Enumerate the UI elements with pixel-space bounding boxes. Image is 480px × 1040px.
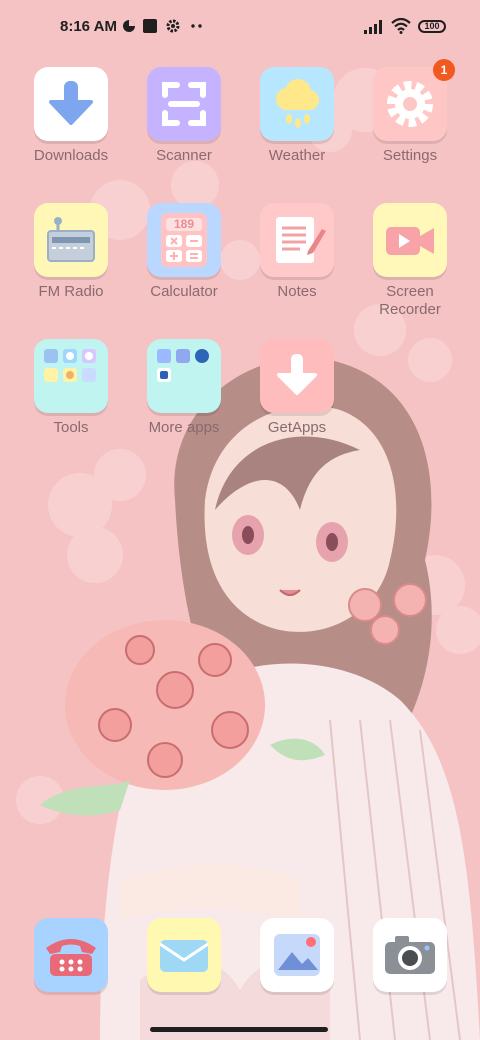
phone-tile[interactable] [34,918,108,992]
camera-icon [385,936,435,974]
fm-radio-tile[interactable] [34,203,108,277]
calculator-display: 189 [173,217,195,231]
gear-notification-icon [166,19,180,33]
folder-more-apps[interactable]: More apps [129,339,239,437]
app-notes[interactable]: Notes [242,203,352,301]
app-label: Screen Recorder [355,283,465,319]
gesture-navigation-bar[interactable] [150,1027,328,1032]
download-arrow-icon [49,81,93,125]
app-label-line2: Recorder [379,301,441,318]
more-apps-folder-tile[interactable] [147,339,221,413]
telephone-icon [46,939,96,976]
app-label: FM Radio [38,283,104,300]
screen-recorder-tile[interactable] [373,203,447,277]
status-time: 8:16 AM [60,18,117,35]
app-label: Settings [382,147,438,164]
app-label: Downloads [33,147,109,164]
camera-tile[interactable] [373,918,447,992]
app-label: Notes [277,283,317,300]
dock-camera[interactable] [355,918,465,992]
scanner-tile[interactable] [147,67,221,141]
more-notifications-icon [191,24,202,28]
dock-phone[interactable] [16,918,126,992]
app-weather[interactable]: Weather [242,67,352,165]
app-fm-radio[interactable]: FM Radio [16,203,126,301]
app-settings[interactable]: 1 Settings [355,59,465,165]
dock-gallery[interactable] [242,918,352,992]
app-label: GetApps [267,419,327,436]
app-scanner[interactable]: Scanner [129,67,239,165]
app-label: Tools [53,419,89,436]
getapps-tile[interactable] [260,339,334,413]
notes-tile[interactable] [260,203,334,277]
app-label: Scanner [156,147,212,164]
app-label: Calculator [150,283,218,300]
notepad-icon [276,217,326,263]
scanner-frame-icon [162,82,206,126]
tools-folder-tile[interactable] [34,339,108,413]
messages-tile[interactable] [147,918,221,992]
dock-messages[interactable] [129,918,239,992]
cloud-rain-icon [276,79,319,128]
folder-icon [44,349,96,382]
radio-icon [47,217,95,262]
calculator-icon [161,213,207,267]
square-notification-icon [143,19,157,33]
download-arrow-icon [277,354,317,395]
app-screen-recorder[interactable]: Screen Recorder [355,203,465,319]
envelope-icon [159,940,209,972]
calculator-tile[interactable]: 189 [147,203,221,277]
app-calculator[interactable]: 189 Calculator [129,203,239,301]
app-downloads[interactable]: Downloads [16,67,126,165]
data-saver-icon [123,20,135,32]
battery-icon: 100 [418,20,446,33]
wifi-icon [391,18,411,34]
downloads-tile[interactable] [34,67,108,141]
weather-tile[interactable] [260,67,334,141]
folder-tools[interactable]: Tools [16,339,126,437]
folder-icon [157,349,209,382]
gallery-tile[interactable] [260,918,334,992]
signal-icon [364,20,382,34]
status-bar: 8:16 AM 100 [0,0,480,56]
notification-badge: 1 [433,59,455,81]
video-camera-icon [386,227,434,255]
app-label-line1: Screen [386,283,434,300]
app-getapps[interactable]: GetApps [242,339,352,437]
app-label: Weather [268,147,326,164]
app-label: More apps [148,419,220,436]
photo-icon [274,934,320,976]
settings-tile[interactable]: 1 [373,59,455,141]
